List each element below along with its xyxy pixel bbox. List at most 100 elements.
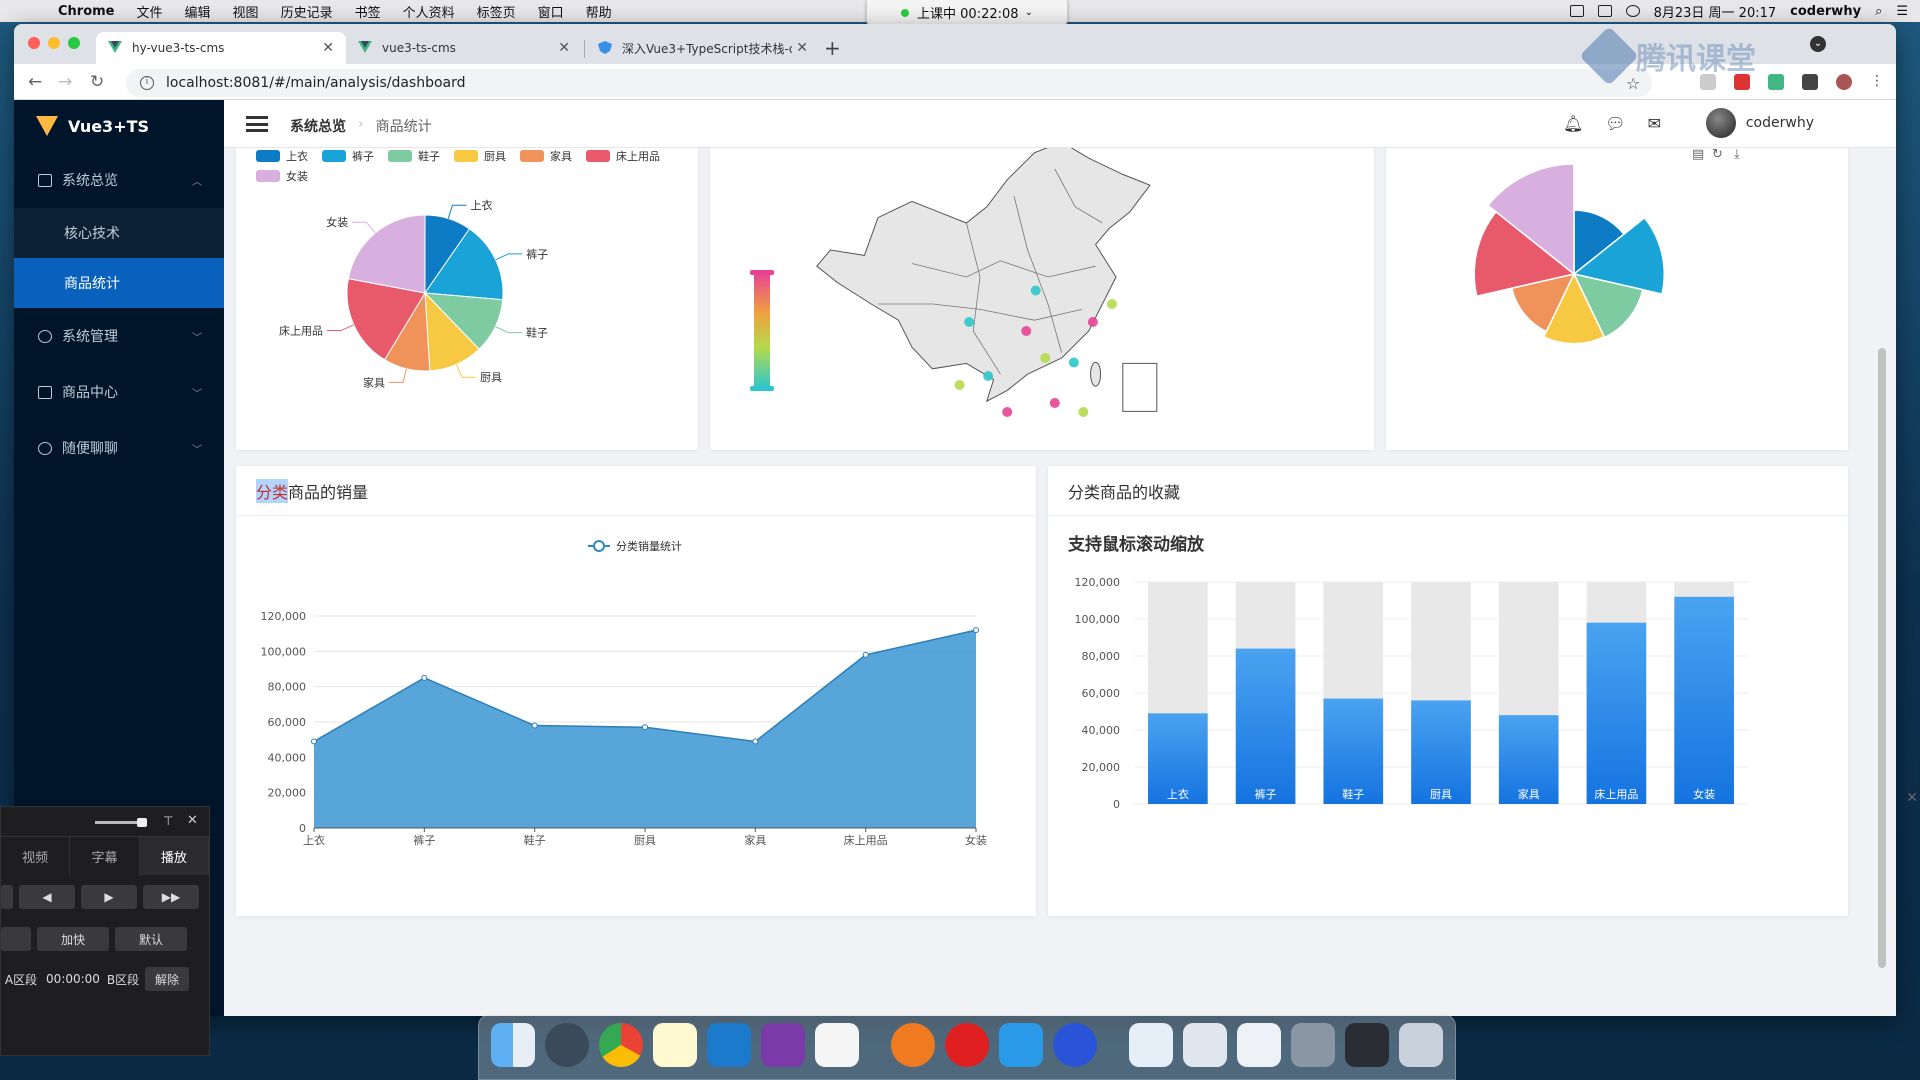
fast-forward-icon[interactable]: ▶▶ xyxy=(143,885,199,909)
close-icon[interactable]: ✕ xyxy=(187,813,198,828)
search-icon[interactable]: ⌕ xyxy=(1875,4,1882,19)
close-tab-icon[interactable]: ✕ xyxy=(558,40,570,56)
launchpad-icon[interactable] xyxy=(545,1023,589,1067)
trash-icon[interactable] xyxy=(1399,1023,1443,1067)
map-point xyxy=(1106,299,1117,309)
menu-item[interactable]: 标签页 xyxy=(477,2,516,21)
sidebar-item-core-tech[interactable]: 核心技术 xyxy=(14,208,224,258)
breadcrumb-item[interactable]: 系统总览 xyxy=(290,116,346,136)
typora-icon[interactable] xyxy=(815,1023,859,1067)
sidebar-group-overview[interactable]: 系统总览 ︿ xyxy=(14,152,224,208)
browser-tab[interactable]: vue3-ts-cms ✕ xyxy=(346,32,582,64)
tab-play[interactable]: 播放 xyxy=(139,837,209,875)
b-section-label[interactable]: B区段 xyxy=(105,967,141,991)
bell-icon[interactable]: 🔔︎ xyxy=(1563,114,1583,133)
reload-icon[interactable]: ↻ xyxy=(90,72,104,92)
skip-icon[interactable] xyxy=(1,885,13,909)
notes-icon[interactable] xyxy=(653,1023,697,1067)
message-icon[interactable]: ✉ xyxy=(1648,114,1661,133)
rose-chart[interactable]: ▤ ↻ ⤓ xyxy=(1386,148,1848,450)
line-card: 分类 商品的销量 分类销量统计 0 20,000 40,000 60,000 80,000 1… xyxy=(236,466,1036,916)
sidebar-group-chat[interactable]: 随便聊聊 ﹀ xyxy=(14,420,224,476)
info-icon[interactable]: i xyxy=(140,76,154,90)
recording-status[interactable]: 上课中 00:22:08 ⌄ xyxy=(866,0,1068,26)
back-icon[interactable]: ← xyxy=(28,72,42,92)
slow-button[interactable] xyxy=(1,927,31,951)
vscode-icon[interactable] xyxy=(707,1023,751,1067)
menu-item[interactable]: 文件 xyxy=(137,2,163,21)
prev-icon[interactable]: ◀ xyxy=(19,885,75,909)
sidebar-group-system[interactable]: 系统管理 ﹀ xyxy=(14,308,224,364)
pen-app-icon[interactable] xyxy=(891,1023,935,1067)
menu-item[interactable]: 帮助 xyxy=(586,2,612,21)
menu-item[interactable]: 视图 xyxy=(233,2,259,21)
line-chart[interactable]: 分类销量统计020,00040,00060,00080,000100,00012… xyxy=(236,516,1036,916)
brand[interactable]: Vue3+TS xyxy=(14,100,224,152)
control-center-icon[interactable]: ☰ xyxy=(1896,4,1908,19)
browser-tab[interactable]: 深入Vue3+TypeScript技术栈-cc ✕ xyxy=(586,32,820,64)
menu-item[interactable]: 窗口 xyxy=(538,2,564,21)
release-button[interactable]: 解除 xyxy=(145,967,189,991)
tab-search-icon[interactable]: ⌄ xyxy=(1810,36,1826,52)
menu-item[interactable]: 编辑 xyxy=(185,2,211,21)
onenote-icon[interactable] xyxy=(761,1023,805,1067)
screenshot-icon[interactable] xyxy=(1291,1023,1335,1067)
puzzle-icon[interactable] xyxy=(1802,74,1818,90)
bookmark-icon[interactable] xyxy=(1597,5,1612,17)
close-tab-icon[interactable]: ✕ xyxy=(322,40,334,56)
header-icons: 🔔︎ 💬︎ ✉ xyxy=(1563,114,1661,133)
vue-devtools-icon[interactable] xyxy=(1768,74,1784,90)
more-icon[interactable]: ⋮ xyxy=(1870,74,1886,90)
menu-item[interactable]: 书签 xyxy=(355,2,381,21)
y-tick-label: 100,000 xyxy=(1075,613,1121,626)
chrome-icon[interactable] xyxy=(599,1023,643,1067)
forward-icon[interactable]: → xyxy=(58,72,72,92)
chat-icon[interactable]: 💬︎ xyxy=(1605,114,1625,133)
window-icon[interactable] xyxy=(1345,1023,1389,1067)
sidebar-group-goods[interactable]: 商品中心 ﹀ xyxy=(14,364,224,420)
new-tab-button[interactable]: + xyxy=(824,36,841,60)
close-window-button[interactable] xyxy=(28,37,40,49)
default-speed-button[interactable]: 默认 xyxy=(115,927,187,951)
tencent-classroom-icon[interactable] xyxy=(999,1023,1043,1067)
wifi-icon[interactable] xyxy=(1625,5,1640,17)
finder-icon[interactable] xyxy=(491,1023,535,1067)
menu-app[interactable]: Chrome xyxy=(58,4,115,19)
a-section-label[interactable]: A区段 xyxy=(1,967,41,991)
video-player-panel: ⊤ ✕ 视频 字幕 播放 ◀ ▶ ▶▶ 加快 默认 A区段 00:00:00 B… xyxy=(0,806,210,1056)
scrollbar[interactable] xyxy=(1878,348,1886,968)
toolbox-icon: ↻ xyxy=(1712,148,1723,162)
close-icon[interactable]: ✕ xyxy=(1906,790,1918,806)
close-tab-icon[interactable]: ✕ xyxy=(796,40,808,56)
pin-icon[interactable]: ⊤ xyxy=(163,814,173,828)
bar-chart[interactable]: 支持鼠标滚动缩放 0 20,000 40,000 60,000 80,000 100,000… xyxy=(1048,516,1848,916)
tab-video[interactable]: 视频 xyxy=(1,837,71,875)
play-icon[interactable]: ▶ xyxy=(81,885,137,909)
document-icon[interactable] xyxy=(1129,1023,1173,1067)
faster-button[interactable]: 加快 xyxy=(37,927,109,951)
menu-item[interactable]: 历史记录 xyxy=(281,2,333,21)
zoom-window-button[interactable] xyxy=(68,37,80,49)
profile-icon[interactable] xyxy=(1836,74,1852,90)
browser-tab-active[interactable]: hy-vue3-ts-cms ✕ xyxy=(96,32,346,64)
url-field[interactable]: i localhost:8081/#/main/analysis/dashboa… xyxy=(126,69,1652,97)
sidebar-item-goods-stats[interactable]: 商品统计 xyxy=(14,258,224,308)
document-icon[interactable] xyxy=(1183,1023,1227,1067)
menu-item[interactable]: 个人资料 xyxy=(403,2,455,21)
minimize-window-button[interactable] xyxy=(48,37,60,49)
user-menu[interactable]: coderwhy xyxy=(1705,108,1814,138)
map-chart[interactable] xyxy=(710,148,1374,462)
pie-card: 上衣 裤子 鞋子 厨具 家具 床上用品 女装 上衣 裤子 鞋子 厨具 家具 床上用品 女装 xyxy=(236,148,698,450)
menubar-user[interactable]: coderwhy xyxy=(1790,4,1861,19)
visual-map-bar xyxy=(754,272,770,388)
pie-chart[interactable]: 上衣 裤子 鞋子 厨具 家具 床上用品女装上衣裤子鞋子厨具家具床上用品女装 xyxy=(236,148,698,450)
netease-music-icon[interactable] xyxy=(945,1023,989,1067)
vue-logo-icon xyxy=(36,116,58,136)
screen-icon[interactable] xyxy=(1569,5,1584,17)
datetime[interactable]: 8月23日 周一 20:17 xyxy=(1654,2,1777,21)
document-icon[interactable] xyxy=(1237,1023,1281,1067)
volume-slider[interactable] xyxy=(95,818,147,827)
tab-subtitle[interactable]: 字幕 xyxy=(70,837,140,875)
menu-fold-icon[interactable] xyxy=(246,116,268,132)
screen-recorder-icon[interactable] xyxy=(1053,1023,1097,1067)
